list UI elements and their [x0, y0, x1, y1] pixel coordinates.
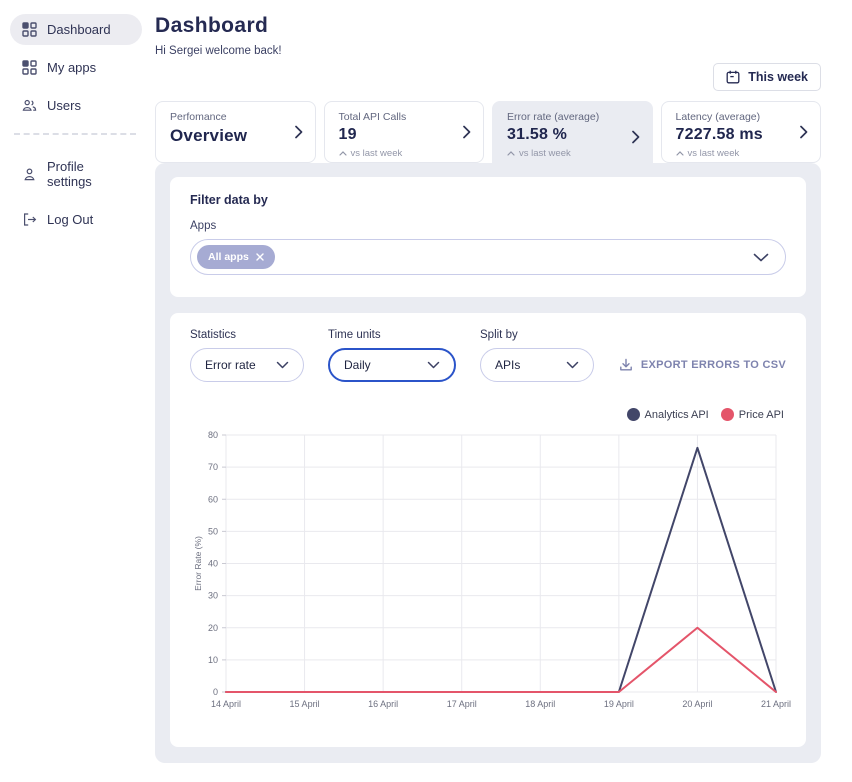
- period-row: This week: [155, 63, 821, 91]
- all-apps-chip[interactable]: All apps: [197, 245, 275, 269]
- page-title: Dashboard: [155, 14, 821, 38]
- svg-text:10: 10: [208, 655, 218, 665]
- stat-card-latency[interactable]: Latency (average) 7227.58 ms vs last wee…: [661, 101, 822, 163]
- stat-card-total-api-calls[interactable]: Total API Calls 19 vs last week: [324, 101, 485, 163]
- stat-card-value: 31.58 %: [507, 126, 599, 144]
- legend-dot: [627, 408, 640, 421]
- stat-card-value: 7227.58 ms: [676, 126, 763, 144]
- sidebar-item-log-out[interactable]: Log Out: [10, 204, 142, 235]
- chevron-up-icon: [507, 151, 515, 156]
- chevron-up-icon: [339, 151, 347, 156]
- stat-card-label: Total API Calls: [339, 111, 407, 123]
- sidebar-item-label: Dashboard: [47, 22, 111, 37]
- svg-text:70: 70: [208, 462, 218, 472]
- chevron-down-icon: [753, 253, 769, 262]
- svg-text:17 April: 17 April: [447, 699, 477, 709]
- sidebar: Dashboard My apps Users Profile settings: [0, 0, 150, 242]
- stat-card-trend: vs last week: [507, 148, 599, 159]
- statistics-label: Statistics: [190, 329, 304, 341]
- stat-card-error-rate[interactable]: Error rate (average) 31.58 % vs last wee…: [492, 101, 653, 173]
- chart-panel: Statistics Error rate Time units Daily: [170, 313, 806, 747]
- error-rate-chart-svg: 0 10 20 30 40 50 60 70 80 14 April 15 April 16 Apri…: [192, 425, 806, 722]
- chart-controls: Statistics Error rate Time units Daily: [190, 329, 786, 382]
- split-by-control: Split by APIs: [480, 329, 594, 382]
- time-units-label: Time units: [328, 329, 456, 341]
- calendar-icon: [726, 70, 740, 84]
- this-week-button[interactable]: This week: [713, 63, 821, 91]
- statistics-control: Statistics Error rate: [190, 329, 304, 382]
- svg-text:19 April: 19 April: [604, 699, 634, 709]
- stat-card-performance[interactable]: Perfomance Overview: [155, 101, 316, 163]
- this-week-label: This week: [748, 70, 808, 84]
- svg-text:0: 0: [213, 687, 218, 697]
- svg-text:14 April: 14 April: [211, 699, 241, 709]
- main-content: Dashboard Hi Sergei welcome back! This w…: [155, 14, 821, 763]
- legend-item-price-api[interactable]: Price API: [721, 408, 784, 421]
- download-icon: [619, 358, 633, 372]
- svg-text:80: 80: [208, 430, 218, 440]
- stat-card-label: Error rate (average): [507, 111, 599, 123]
- stat-card-label: Perfomance: [170, 111, 247, 123]
- stat-card-trend: vs last week: [339, 148, 407, 159]
- sidebar-item-label: Log Out: [47, 212, 93, 227]
- legend-dot: [721, 408, 734, 421]
- stat-card-value: Overview: [170, 126, 247, 146]
- svg-text:21 April: 21 April: [761, 699, 791, 709]
- chevron-right-icon: [463, 125, 471, 139]
- filter-heading: Filter data by: [190, 193, 786, 207]
- svg-text:20 April: 20 April: [682, 699, 712, 709]
- sidebar-divider: [14, 133, 136, 135]
- stat-card-trend: vs last week: [676, 148, 763, 159]
- users-icon: [22, 98, 37, 113]
- user-icon: [22, 167, 37, 182]
- svg-text:18 April: 18 April: [525, 699, 555, 709]
- svg-text:16 April: 16 April: [368, 699, 398, 709]
- filter-panel: Filter data by Apps All apps: [170, 177, 806, 297]
- grid-icon: [22, 60, 37, 75]
- sidebar-item-label: Users: [47, 98, 81, 113]
- svg-text:20: 20: [208, 623, 218, 633]
- svg-text:60: 60: [208, 494, 218, 504]
- time-units-select[interactable]: Daily: [328, 348, 456, 382]
- split-by-label: Split by: [480, 329, 594, 341]
- svg-text:Error Rate (%): Error Rate (%): [193, 536, 203, 591]
- statistics-select[interactable]: Error rate: [190, 348, 304, 382]
- chart-legend: Analytics API Price API: [192, 408, 784, 421]
- chevron-up-icon: [676, 151, 684, 156]
- apps-multiselect[interactable]: All apps: [190, 239, 786, 275]
- legend-item-analytics-api[interactable]: Analytics API: [627, 408, 709, 421]
- split-by-select[interactable]: APIs: [480, 348, 594, 382]
- logout-icon: [22, 212, 37, 227]
- svg-text:50: 50: [208, 526, 218, 536]
- grid-icon: [22, 22, 37, 37]
- chevron-down-icon: [427, 361, 440, 369]
- stat-card-label: Latency (average): [676, 111, 763, 123]
- error-rate-chart: 0 10 20 30 40 50 60 70 80 14 April 15 April 16 Apri…: [190, 425, 786, 727]
- sidebar-item-dashboard[interactable]: Dashboard: [10, 14, 142, 45]
- export-csv-link[interactable]: EXPORT ERRORS TO CSV: [619, 358, 786, 372]
- stat-cards-row: Perfomance Overview Total API Calls 19 v…: [155, 101, 821, 173]
- sidebar-item-my-apps[interactable]: My apps: [10, 52, 142, 83]
- tab-content-area: Filter data by Apps All apps Statistic: [155, 163, 821, 763]
- page-subtitle: Hi Sergei welcome back!: [155, 45, 821, 57]
- svg-text:15 April: 15 April: [290, 699, 320, 709]
- chevron-right-icon: [632, 130, 640, 144]
- chevron-right-icon: [800, 125, 808, 139]
- chevron-right-icon: [295, 125, 303, 139]
- remove-chip-icon[interactable]: [256, 253, 264, 261]
- apps-filter-label: Apps: [190, 220, 786, 232]
- sidebar-item-label: Profile settings: [47, 159, 130, 189]
- chip-label: All apps: [208, 251, 249, 263]
- svg-text:40: 40: [208, 559, 218, 569]
- dashboard-page: Dashboard My apps Users Profile settings: [0, 0, 852, 782]
- stat-card-value: 19: [339, 126, 407, 144]
- sidebar-item-users[interactable]: Users: [10, 90, 142, 121]
- time-units-control: Time units Daily: [328, 329, 456, 382]
- sidebar-item-profile-settings[interactable]: Profile settings: [10, 151, 142, 197]
- sidebar-item-label: My apps: [47, 60, 96, 75]
- chevron-down-icon: [566, 361, 579, 369]
- svg-text:30: 30: [208, 591, 218, 601]
- chevron-down-icon: [276, 361, 289, 369]
